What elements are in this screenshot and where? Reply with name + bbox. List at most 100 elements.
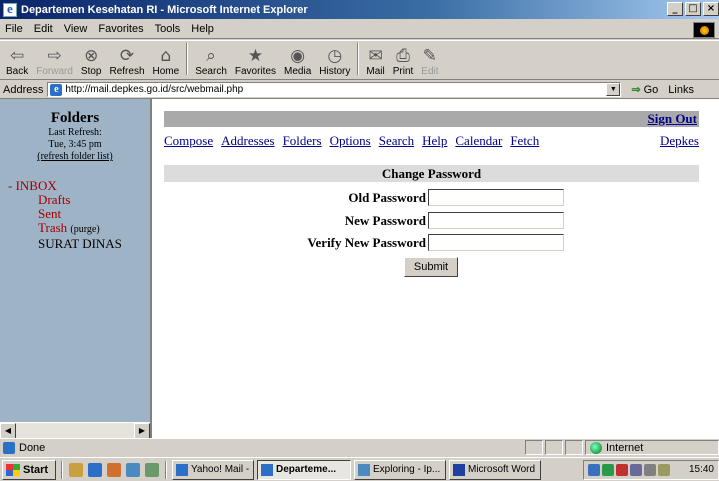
antivirus-icon[interactable] [616, 463, 628, 476]
media-button[interactable]: ◉ Media [280, 41, 315, 79]
task-word[interactable]: Microsoft Word [449, 459, 541, 480]
purge-link[interactable]: (purge) [70, 224, 99, 235]
nav-depkes[interactable]: Depkes [660, 133, 699, 149]
forward-button[interactable]: ⇨ Forward [32, 41, 77, 79]
address-input[interactable]: e http://mail.depkes.go.id/src/webmail.p… [47, 82, 622, 97]
home-button[interactable]: ⌂ Home [149, 41, 184, 79]
task-label: Exploring - Ip... [373, 464, 441, 475]
refresh-button[interactable]: ⟳ Refresh [106, 41, 149, 79]
page-icon: e [50, 83, 63, 96]
volume-icon[interactable] [644, 463, 656, 476]
start-button[interactable]: Start [2, 459, 56, 480]
nav-options[interactable]: Options [330, 133, 371, 149]
scroll-track[interactable] [16, 423, 134, 438]
scroll-right-icon[interactable]: ▶ [134, 423, 150, 439]
go-button[interactable]: ⇒ Go [631, 83, 658, 97]
verify-password-field[interactable] [428, 234, 564, 251]
refresh-icon: ⟳ [119, 46, 135, 66]
refresh-folder-list-link[interactable]: (refresh folder list) [37, 151, 113, 162]
new-password-row: New Password [164, 212, 699, 229]
folder-trash: Trash (purge) [0, 221, 150, 237]
main-pane: Sign Out Compose Addresses Folders Optio… [152, 99, 719, 438]
toolbar-separator [357, 43, 360, 75]
collapse-toggle[interactable]: - [8, 178, 12, 193]
back-button[interactable]: ⇦ Back [2, 41, 32, 79]
favorites-button[interactable]: ★ Favorites [231, 41, 280, 79]
page-done-icon [3, 441, 15, 454]
maximize-button[interactable]: □ [685, 2, 701, 16]
edit-label: Edit [421, 66, 439, 77]
windows-flag-icon [6, 463, 20, 476]
go-arrow-icon: ⇒ [631, 84, 641, 96]
word-icon [453, 463, 465, 476]
new-password-field[interactable] [428, 212, 564, 229]
task-departemen[interactable]: Departeme... [257, 459, 351, 480]
nav-fetch[interactable]: Fetch [510, 133, 539, 149]
quicklaunch-outlook-icon[interactable] [107, 462, 121, 477]
links-button[interactable]: Links [668, 84, 694, 96]
task-yahoo-mail[interactable]: Yahoo! Mail - ... [172, 459, 254, 480]
folder-pane: Folders Last Refresh: Tue, 3:45 pm (refr… [0, 99, 152, 439]
toolbar-separator [186, 43, 189, 75]
task-exploring[interactable]: Exploring - Ip... [354, 459, 446, 480]
back-label: Back [6, 66, 29, 77]
task-label: Yahoo! Mail - ... [191, 464, 254, 475]
address-label: Address [3, 83, 44, 96]
edit-button[interactable]: ✎ Edit [417, 41, 442, 79]
quicklaunch-desktop-icon[interactable] [69, 462, 83, 477]
nav-addresses[interactable]: Addresses [221, 133, 274, 149]
close-button[interactable]: × [703, 2, 719, 16]
messenger-icon[interactable] [602, 463, 614, 476]
nav-compose[interactable]: Compose [164, 133, 213, 149]
main-nav: Compose Addresses Folders Options Search… [164, 133, 699, 149]
folder-sent[interactable]: Sent [0, 207, 150, 221]
folder-trash-label[interactable]: Trash [38, 220, 67, 235]
menu-tools[interactable]: Tools [150, 23, 187, 35]
minimize-button[interactable]: _ [667, 2, 683, 16]
menu-bar: File Edit View Favorites Tools Help [0, 19, 719, 39]
status-cell [525, 440, 543, 455]
security-zone: Internet [585, 440, 719, 455]
nav-calendar[interactable]: Calendar [455, 133, 502, 149]
folder-list: - INBOX Drafts Sent Trash (purge) SURAT … [0, 179, 150, 251]
menu-help[interactable]: Help [186, 23, 220, 35]
back-arrow-icon: ⇦ [9, 46, 25, 66]
tray-app-icon[interactable] [658, 463, 670, 476]
ie-icon [176, 463, 188, 476]
quicklaunch-ie-icon[interactable] [88, 462, 102, 477]
search-button[interactable]: ⌕ Search [191, 41, 231, 79]
network-icon[interactable] [588, 463, 600, 476]
folder-inbox[interactable]: - INBOX [0, 179, 150, 193]
horizontal-scrollbar[interactable]: ◀ ▶ [0, 422, 150, 439]
history-button[interactable]: ◷ History [315, 41, 354, 79]
standard-toolbar: ⇦ Back ⇨ Forward ⊗ Stop ⟳ Refresh ⌂ Home… [0, 40, 719, 80]
print-button[interactable]: ⎙ Print [389, 41, 418, 79]
change-password-heading: Change Password [164, 165, 699, 182]
stop-button[interactable]: ⊗ Stop [77, 41, 106, 79]
task-label: Microsoft Word [468, 464, 536, 475]
address-dropdown-icon[interactable]: ▼ [606, 83, 621, 96]
sign-out-link[interactable]: Sign Out [648, 111, 698, 126]
menu-view[interactable]: View [59, 23, 94, 35]
nav-help[interactable]: Help [422, 133, 447, 149]
menu-file[interactable]: File [0, 23, 29, 35]
scroll-left-icon[interactable]: ◀ [0, 423, 16, 439]
menu-edit[interactable]: Edit [29, 23, 59, 35]
display-icon[interactable] [630, 463, 642, 476]
internet-globe-icon [590, 441, 602, 454]
folders-title: Folders [50, 110, 100, 126]
folder-drafts[interactable]: Drafts [0, 193, 150, 207]
nav-folders[interactable]: Folders [283, 133, 322, 149]
forward-label: Forward [36, 66, 73, 77]
folder-icon [358, 463, 370, 476]
old-password-field[interactable] [428, 189, 564, 206]
nav-search[interactable]: Search [379, 133, 414, 149]
clock[interactable]: 15:40 [689, 464, 714, 475]
verify-password-row: Verify New Password [164, 234, 699, 251]
quicklaunch-explorer-icon[interactable] [126, 462, 140, 477]
quicklaunch-app-icon[interactable] [145, 462, 159, 477]
folder-surat-dinas[interactable]: SURAT DINAS [0, 237, 150, 251]
menu-favorites[interactable]: Favorites [93, 23, 149, 35]
mail-button[interactable]: ✉ Mail [362, 41, 388, 79]
submit-button[interactable]: Submit [404, 257, 458, 277]
